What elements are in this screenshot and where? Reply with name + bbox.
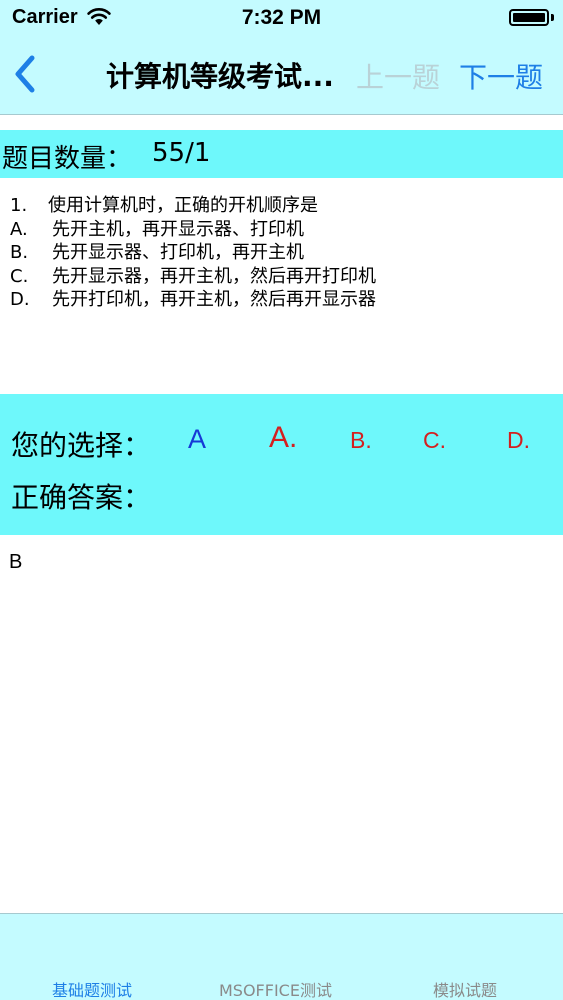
question-count-bar: 题目数量： 55/1 <box>0 130 563 178</box>
option-line-a: A. 先开主机，再开显示器、打印机 <box>10 218 550 242</box>
answer-panel: 您的选择： A A. B. C. D. 正确答案： <box>0 394 563 535</box>
option-text: 先开主机，再开显示器、打印机 <box>52 218 304 240</box>
screen: Carrier 7:32 PM 计算机等级考试... 上一题 下一题 题目数量：… <box>0 0 563 1000</box>
clock: 7:32 PM <box>241 6 322 29</box>
back-button[interactable] <box>8 52 48 96</box>
option-button-a[interactable]: A. <box>269 421 297 455</box>
option-line-b: B. 先开显示器、打印机，再开主机 <box>10 241 550 265</box>
tab-bar: 基础题测试 MSOFFICE测试 模拟试题 <box>0 913 563 1000</box>
battery-tip <box>551 14 554 21</box>
tab-msoffice-test[interactable]: MSOFFICE测试 <box>219 977 332 1000</box>
status-bar: Carrier 7:32 PM <box>0 0 563 36</box>
option-line-d: D. 先开打印机，再开主机，然后再开显示器 <box>10 288 550 312</box>
battery-icon <box>509 9 549 26</box>
option-key: D. <box>10 289 30 310</box>
battery-level <box>513 13 545 22</box>
previous-question-button[interactable]: 上一题 <box>356 56 440 96</box>
option-key: B. <box>10 242 29 263</box>
question-text: 使用计算机时，正确的开机顺序是 <box>48 195 318 216</box>
chevron-left-icon <box>15 55 35 93</box>
selected-choice-value: A <box>188 424 207 454</box>
option-line-c: C. 先开显示器，再开主机，然后再开打印机 <box>10 265 550 289</box>
navigation-bar: Carrier 7:32 PM 计算机等级考试... 上一题 下一题 <box>0 0 563 115</box>
option-text: 先开打印机，再开主机，然后再开显示器 <box>52 289 376 310</box>
option-key: A. <box>10 218 28 240</box>
tab-mock-exam[interactable]: 模拟试题 <box>433 977 497 1000</box>
your-choice-label: 您的选择： <box>11 429 152 462</box>
option-text: 先开显示器，再开主机，然后再开打印机 <box>52 265 376 287</box>
question-count-value: 55/1 <box>152 138 211 168</box>
option-button-b[interactable]: B. <box>350 427 372 454</box>
correct-answer-label: 正确答案： <box>11 481 152 514</box>
question-number: 1. <box>10 195 28 216</box>
question-stem: 1. 使用计算机时，正确的开机顺序是 <box>10 194 550 218</box>
option-button-c[interactable]: C. <box>423 427 446 454</box>
question-block: 1. 使用计算机时，正确的开机顺序是 A. 先开主机，再开显示器、打印机 B. 先开显… <box>10 194 550 312</box>
page-title: 计算机等级考试... <box>106 60 334 93</box>
tab-basic-test[interactable]: 基础题测试 <box>52 977 132 1000</box>
next-question-button[interactable]: 下一题 <box>459 56 543 96</box>
question-count-label: 题目数量： <box>2 144 133 174</box>
correct-answer-value: B <box>9 551 23 573</box>
option-text: 先开显示器、打印机，再开主机 <box>52 242 304 263</box>
option-key: C. <box>10 265 29 287</box>
option-button-d[interactable]: D. <box>507 427 530 454</box>
